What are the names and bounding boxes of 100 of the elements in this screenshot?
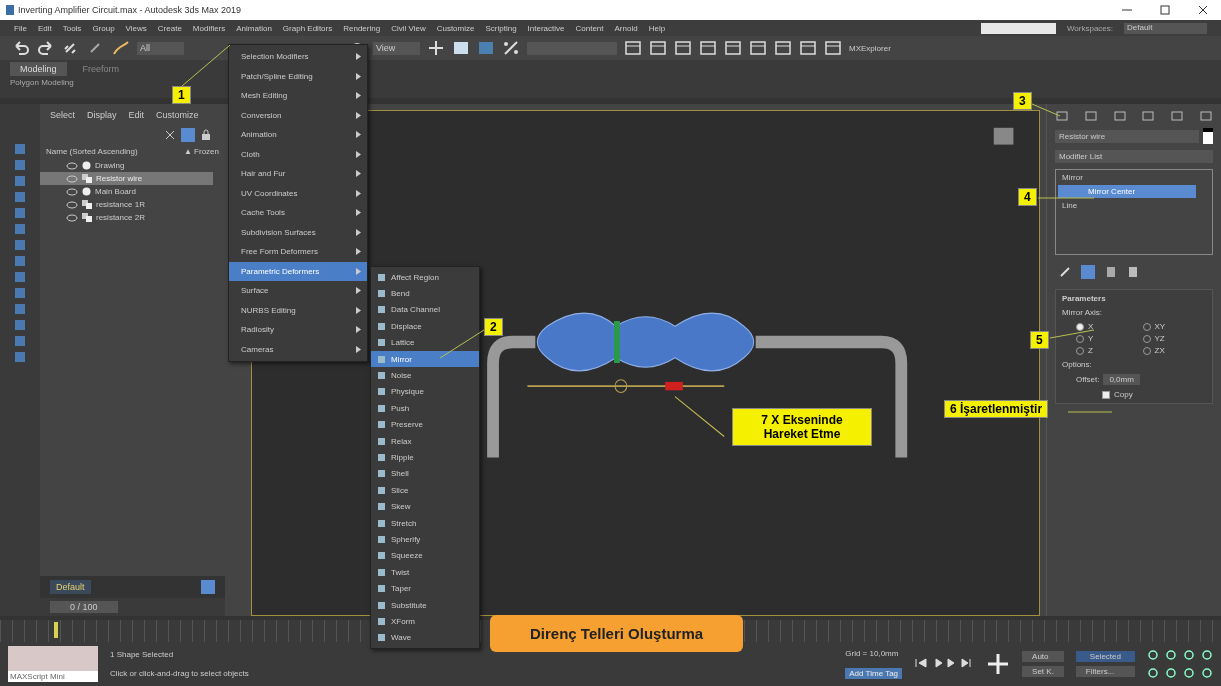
menu-item[interactable]: Lattice	[371, 334, 479, 351]
offset-field[interactable]: 0,0mm	[1103, 374, 1140, 385]
command-panel-tab-icon[interactable]	[1170, 110, 1185, 122]
menu-item[interactable]: Civil View	[391, 23, 426, 33]
lock-icon[interactable]	[201, 129, 211, 141]
scene-object-row[interactable]: resistance 1R	[40, 198, 213, 211]
toolbar-icon[interactable]	[799, 40, 817, 56]
command-panel-tab-icon[interactable]	[1055, 110, 1069, 122]
menu-item[interactable]: Squeeze	[371, 547, 479, 565]
menu-item[interactable]: Free Form Deformers	[229, 242, 367, 262]
viewport-navigation-icon[interactable]	[1147, 667, 1159, 679]
move-icon[interactable]	[427, 40, 445, 56]
snap-icon[interactable]	[452, 40, 470, 56]
close-icon[interactable]	[1197, 4, 1209, 16]
viewport-navigation-icon[interactable]	[1201, 667, 1213, 679]
transform-gizmo[interactable]	[526, 379, 725, 393]
toolbar-icon[interactable]	[624, 40, 642, 56]
menu-item[interactable]: Slice	[371, 482, 479, 499]
maxscript-field[interactable]: MAXScript Mini	[8, 671, 98, 682]
menu-item[interactable]: Subdivision Surfaces	[229, 222, 367, 242]
menu-item[interactable]: Modifiers	[192, 23, 226, 33]
object-color-swatch[interactable]	[1203, 128, 1213, 144]
key-filter-dropdown[interactable]: Selected	[1075, 651, 1135, 662]
command-panel-tab-icon[interactable]	[1199, 110, 1213, 122]
ribbon-tab[interactable]: Modeling	[10, 62, 67, 76]
eye-icon[interactable]	[66, 213, 78, 222]
menu-item[interactable]: Scripting	[485, 23, 517, 33]
display-toggle-icon[interactable]	[181, 128, 195, 142]
axis-radio[interactable]: Z	[1076, 346, 1140, 355]
menu-item[interactable]: Affect Region	[371, 269, 479, 286]
add-time-tag-button[interactable]: Add Time Tag	[845, 668, 903, 679]
menu-item[interactable]: Wave	[371, 629, 479, 646]
explorer-label[interactable]: MXExplorer	[849, 43, 891, 53]
eye-icon[interactable]	[66, 187, 78, 196]
toolbar-icon[interactable]	[749, 40, 767, 56]
viewport-navigation-icon[interactable]	[1165, 667, 1177, 679]
menu-item[interactable]: Animation	[236, 23, 272, 33]
viewport-navigation-icon[interactable]	[1165, 649, 1177, 661]
command-panel-tab-icon[interactable]	[1112, 110, 1127, 122]
column-header[interactable]: ▲ Frozen	[183, 147, 219, 156]
modifier-stack-item[interactable]: Mirror	[1058, 172, 1210, 183]
percent-snap-icon[interactable]	[502, 40, 520, 56]
axis-radio[interactable]: X	[1076, 322, 1140, 331]
menu-item[interactable]: Conversion	[229, 105, 367, 125]
explorer-menu-item[interactable]: Customize	[156, 110, 199, 120]
menu-item[interactable]: Animation	[229, 125, 367, 145]
scene-object-row[interactable]: Drawing	[40, 159, 213, 172]
selection-filter-dropdown[interactable]: All	[137, 41, 184, 55]
modifier-stack-item[interactable]: Mirror Center	[1058, 185, 1196, 198]
menu-item[interactable]: Patch/Spline Editing	[229, 66, 367, 86]
viewcube-icon[interactable]	[993, 127, 1014, 145]
menu-item[interactable]: Parametric Deformers	[229, 261, 367, 281]
menu-item[interactable]: Views	[125, 23, 147, 33]
menu-item[interactable]: Cameras	[229, 339, 367, 359]
menu-item[interactable]: Data Channel	[371, 301, 479, 319]
menu-item[interactable]: Selection Modifiers	[229, 47, 367, 67]
menu-item[interactable]: Graph Editors	[282, 23, 333, 33]
workspace-dropdown[interactable]: Default	[1124, 22, 1207, 34]
menu-item[interactable]: Preserve	[371, 416, 479, 433]
rollout-title[interactable]: Parameters	[1062, 294, 1206, 303]
viewport-navigation-icon[interactable]	[1183, 649, 1195, 661]
eye-icon[interactable]	[66, 174, 78, 183]
toolbar-icon[interactable]	[774, 40, 792, 56]
scene-object-row[interactable]: resistance 2R	[40, 211, 213, 224]
column-header[interactable]: Name (Sorted Ascending)	[46, 147, 138, 156]
menu-item[interactable]: Radiosity	[229, 320, 367, 340]
add-key-icon[interactable]	[986, 652, 1011, 676]
menu-item[interactable]: Noise	[371, 367, 479, 384]
toolbar-icon[interactable]	[824, 40, 842, 56]
menu-item[interactable]: Ripple	[371, 449, 479, 466]
menu-item[interactable]: XForm	[371, 613, 479, 630]
eye-icon[interactable]	[66, 200, 78, 209]
toolbar-icon[interactable]	[699, 40, 717, 56]
explorer-menu-item[interactable]: Select	[50, 110, 75, 120]
menu-item[interactable]: Twist	[371, 564, 479, 581]
viewport-navigation-icon[interactable]	[1201, 649, 1213, 661]
menu-item[interactable]: Push	[371, 400, 479, 417]
command-panel-tab-icon[interactable]	[1083, 110, 1098, 122]
menu-item[interactable]: Interactive	[527, 23, 565, 33]
menu-item[interactable]: Surface	[229, 281, 367, 301]
menu-item[interactable]: Hair and Fur	[229, 164, 367, 184]
menu-item[interactable]: Spherify	[371, 531, 479, 548]
menu-item[interactable]: Displace	[371, 318, 479, 335]
menu-item[interactable]: Tools	[62, 23, 82, 33]
axis-radio[interactable]: Y	[1076, 334, 1140, 343]
menu-item[interactable]: File	[14, 23, 27, 33]
bind-icon[interactable]	[112, 40, 130, 56]
axis-radio[interactable]: XY	[1142, 322, 1206, 331]
explorer-menu-item[interactable]: Edit	[128, 110, 145, 120]
menu-item[interactable]: Rendering	[343, 23, 381, 33]
layer-name[interactable]: Default	[50, 580, 91, 594]
modifier-list-dropdown[interactable]: Modifier List	[1055, 150, 1213, 163]
redo-icon[interactable]	[37, 40, 55, 56]
object-name-field[interactable]: Resistor wire	[1055, 129, 1199, 143]
menu-item[interactable]: Content	[575, 23, 604, 33]
menu-item[interactable]: Shell	[371, 465, 479, 483]
menu-item[interactable]: Cache Tools	[229, 203, 367, 223]
remove-modifier-icon[interactable]	[1127, 266, 1139, 278]
modifier-stack-item[interactable]: Line	[1058, 200, 1210, 211]
menu-item[interactable]: Help	[648, 23, 666, 33]
